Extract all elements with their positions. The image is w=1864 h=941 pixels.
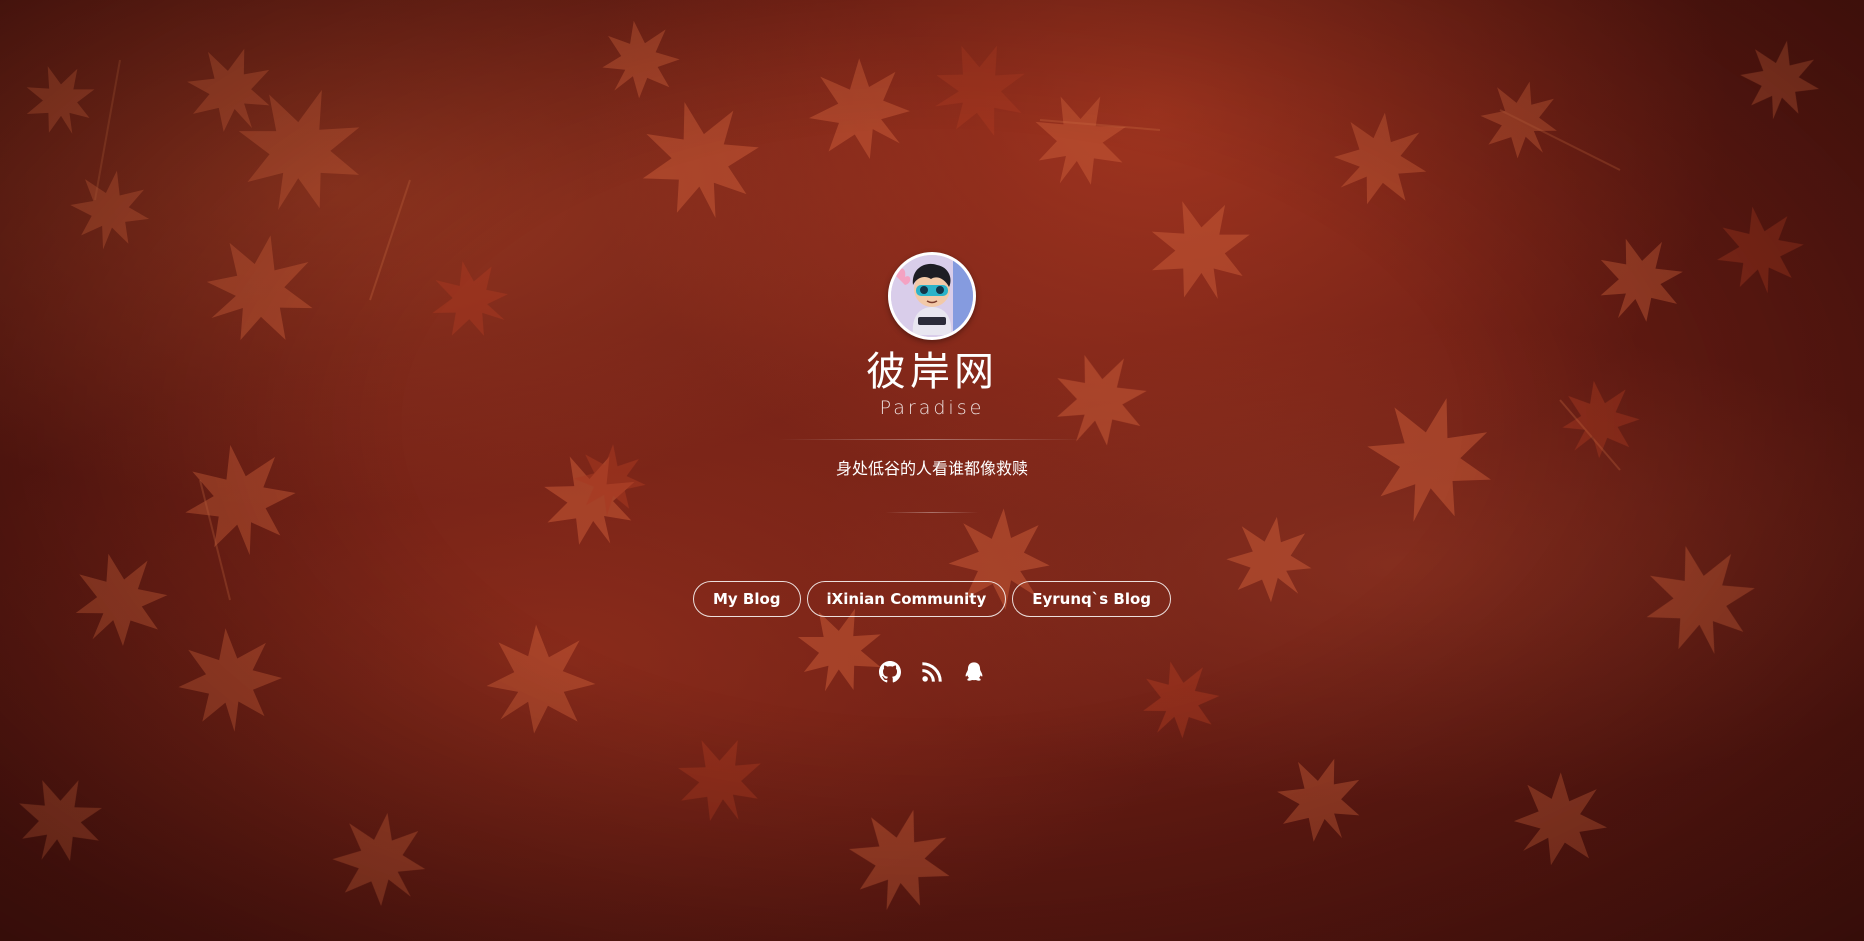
divider	[777, 439, 1087, 440]
divider	[885, 512, 979, 513]
avatar-cartoon-boy	[891, 255, 973, 337]
motto-text: 身处低谷的人看谁都像救赎	[835, 459, 1028, 478]
profile-card: 彼岸网 Paradise 身处低谷的人看谁都像救赎 My Blog iXinia…	[0, 252, 1864, 683]
social-links	[0, 661, 1864, 683]
rss-icon[interactable]	[921, 661, 943, 683]
ixinian-community-button[interactable]: iXinian Community	[806, 581, 1007, 617]
site-title: 彼岸网	[866, 349, 998, 395]
avatar[interactable]	[888, 252, 976, 340]
github-icon[interactable]	[879, 661, 901, 683]
site-subtitle: Paradise	[879, 397, 985, 419]
eyrunq-blog-button[interactable]: Eyrunq`s Blog	[1012, 581, 1172, 617]
qq-icon[interactable]	[963, 661, 985, 683]
my-blog-button[interactable]: My Blog	[692, 581, 801, 617]
link-buttons: My Blog iXinian Community Eyrunq`s Blog	[0, 581, 1864, 617]
